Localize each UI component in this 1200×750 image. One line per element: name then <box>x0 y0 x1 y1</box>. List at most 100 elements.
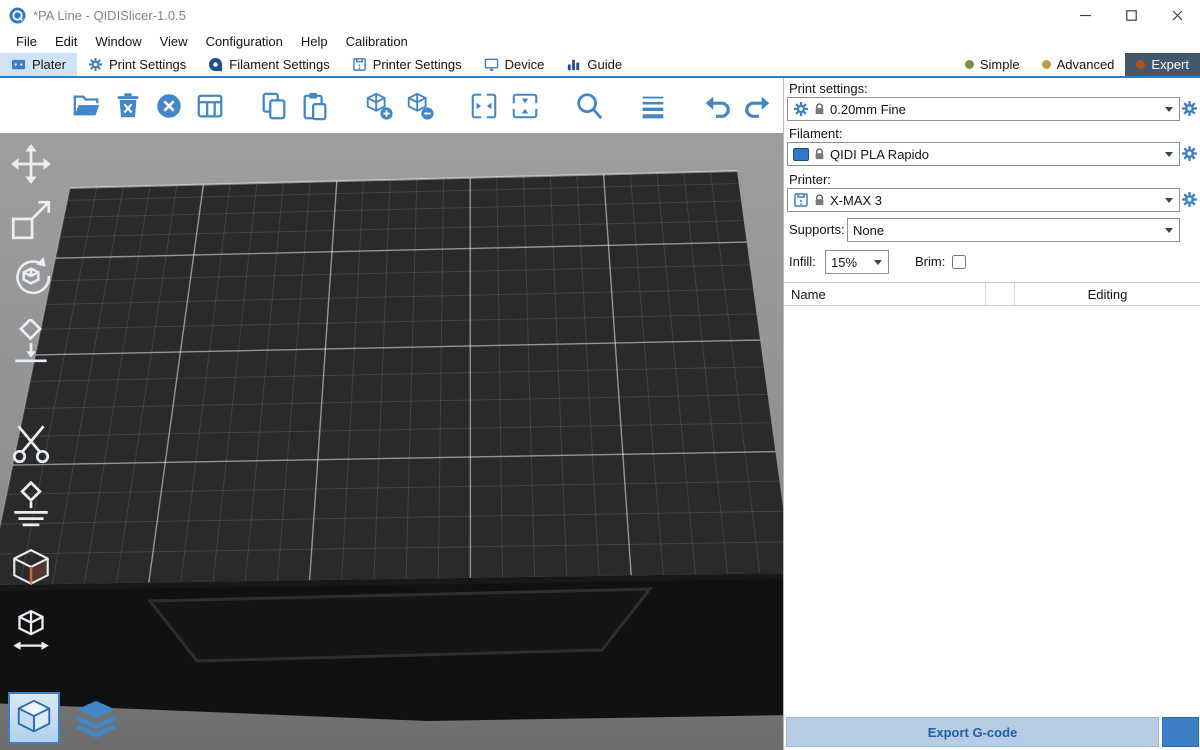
settings-panel: Print settings: 0.20mm Fine Filament: QI… <box>783 78 1200 750</box>
copy-icon[interactable] <box>257 89 291 123</box>
filament-label: Filament: <box>789 126 842 141</box>
move-icon[interactable] <box>8 141 54 187</box>
menu-item-edit[interactable]: Edit <box>46 32 86 51</box>
rotate-icon[interactable] <box>8 253 54 299</box>
view-switcher <box>8 692 122 744</box>
supports-value: None <box>853 223 884 238</box>
tab-plater[interactable]: Plater <box>0 53 77 76</box>
add-instance-icon[interactable] <box>362 89 396 123</box>
paint-support-icon[interactable] <box>8 481 54 527</box>
delete-icon[interactable] <box>111 89 145 123</box>
arrange-icon[interactable] <box>193 89 227 123</box>
undo-icon[interactable] <box>700 89 734 123</box>
title-bar: *PA Line - QIDISlicer-1.0.5 <box>0 0 1200 30</box>
split-to-parts-icon[interactable] <box>508 89 542 123</box>
infill-label: Infill: <box>789 250 816 274</box>
lock-icon <box>814 193 825 207</box>
print-bed <box>0 133 783 750</box>
gear-icon <box>793 101 809 117</box>
cut-icon[interactable] <box>8 421 54 467</box>
place-on-face-icon[interactable] <box>8 319 54 365</box>
filament-select[interactable]: QIDI PLA Rapido <box>787 142 1180 166</box>
tab-label: Print Settings <box>109 57 186 72</box>
export-row: Export G-code <box>786 717 1199 747</box>
expert-mode-dot-icon <box>1136 60 1145 69</box>
print-settings-label: Print settings: <box>789 81 868 96</box>
device-icon <box>484 57 499 72</box>
supports-select[interactable]: None <box>847 218 1180 242</box>
remove-instance-icon[interactable] <box>403 89 437 123</box>
search-icon[interactable] <box>572 89 606 123</box>
tab-label: Filament Settings <box>229 57 329 72</box>
chevron-down-icon <box>1165 152 1173 157</box>
tab-device[interactable]: Device <box>473 53 556 76</box>
object-list[interactable] <box>784 306 1200 710</box>
infill-value: 15% <box>831 255 857 270</box>
mode-simple[interactable]: Simple <box>954 53 1031 76</box>
print-settings-gear-button[interactable] <box>1181 100 1198 117</box>
plater-toolbar <box>0 78 783 133</box>
menu-item-configuration[interactable]: Configuration <box>197 32 292 51</box>
export-options-button[interactable] <box>1162 717 1199 747</box>
guide-icon <box>566 57 581 72</box>
measure-icon[interactable] <box>8 546 54 592</box>
preview-view-button[interactable] <box>70 692 122 744</box>
tab-print-settings[interactable]: Print Settings <box>77 53 197 76</box>
brim-label: Brim: <box>915 250 945 274</box>
menu-item-view[interactable]: View <box>151 32 197 51</box>
chevron-down-icon <box>1165 198 1173 203</box>
menu-item-calibration[interactable]: Calibration <box>337 32 417 51</box>
open-project-icon[interactable] <box>70 89 104 123</box>
filament-settings-gear-button[interactable] <box>1181 145 1198 162</box>
mode-advanced[interactable]: Advanced <box>1031 53 1126 76</box>
lock-icon <box>814 147 825 161</box>
tab-guide[interactable]: Guide <box>555 53 633 76</box>
column-header-name[interactable]: Name <box>784 287 985 302</box>
filament-value: QIDI PLA Rapido <box>830 147 929 162</box>
export-gcode-button[interactable]: Export G-code <box>786 717 1159 747</box>
arrange-width-icon[interactable] <box>8 608 54 654</box>
menu-item-file[interactable]: File <box>7 32 46 51</box>
redo-icon[interactable] <box>741 89 775 123</box>
infill-select[interactable]: 15% <box>825 250 889 274</box>
printer-icon <box>793 192 809 208</box>
scale-icon[interactable] <box>8 197 54 243</box>
filament-settings-icon <box>208 57 223 72</box>
print-profile-select[interactable]: 0.20mm Fine <box>787 97 1180 121</box>
column-header-extruder <box>985 283 1015 305</box>
printer-label: Printer: <box>789 172 831 187</box>
tab-filament-settings[interactable]: Filament Settings <box>197 53 340 76</box>
split-to-objects-icon[interactable] <box>467 89 501 123</box>
variable-layer-height-icon[interactable] <box>636 89 670 123</box>
minimize-button[interactable] <box>1062 0 1108 30</box>
paste-icon[interactable] <box>298 89 332 123</box>
close-button[interactable] <box>1154 0 1200 30</box>
tab-label: Guide <box>587 57 622 72</box>
brim-checkbox[interactable] <box>952 255 966 269</box>
chevron-down-icon <box>874 260 882 265</box>
mode-expert[interactable]: Expert <box>1125 53 1200 76</box>
tab-label: Plater <box>32 57 66 72</box>
column-header-editing[interactable]: Editing <box>1015 287 1200 302</box>
print-profile-value: 0.20mm Fine <box>830 102 906 117</box>
mode-label: Simple <box>980 57 1020 72</box>
delete-all-icon[interactable] <box>152 89 186 123</box>
tab-printer-settings[interactable]: Printer Settings <box>341 53 473 76</box>
menu-item-help[interactable]: Help <box>292 32 337 51</box>
scene-3d[interactable] <box>0 133 783 750</box>
maximize-button[interactable] <box>1108 0 1154 30</box>
tab-bar: Plater Print Settings Filament Settings … <box>0 53 1200 78</box>
editor-view-button[interactable] <box>8 692 60 744</box>
print-settings-icon <box>88 57 103 72</box>
printer-select[interactable]: X-MAX 3 <box>787 188 1180 212</box>
chevron-down-icon <box>1165 107 1173 112</box>
mode-label: Expert <box>1151 57 1189 72</box>
printer-settings-gear-button[interactable] <box>1181 191 1198 208</box>
mode-switcher: Simple Advanced Expert <box>954 53 1200 76</box>
filament-color-swatch <box>793 148 809 161</box>
menu-item-window[interactable]: Window <box>86 32 150 51</box>
editor-cube-icon <box>13 697 55 739</box>
preview-layers-icon <box>75 697 117 739</box>
advanced-mode-dot-icon <box>1042 60 1051 69</box>
plater-viewport[interactable] <box>0 78 783 750</box>
